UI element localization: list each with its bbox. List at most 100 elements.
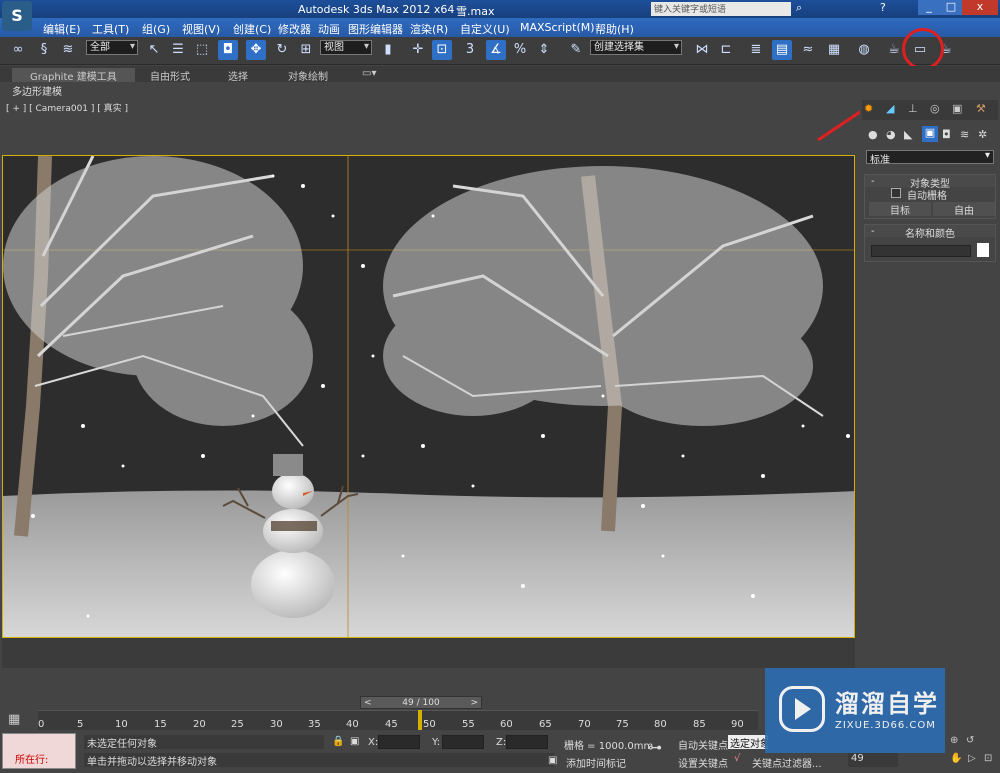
select-move-icon[interactable]: ✥ bbox=[246, 40, 266, 60]
menu-tools[interactable]: 工具(T) bbox=[92, 21, 129, 37]
maxscript-listener[interactable]: 所在行: bbox=[2, 733, 76, 769]
shapes-icon[interactable]: ◕ bbox=[886, 128, 896, 141]
key-filters-button[interactable]: 关键点过滤器... bbox=[752, 755, 822, 770]
selection-filter-dropdown[interactable]: 全部 bbox=[86, 40, 138, 55]
graphite-toggle-icon[interactable]: ▤ bbox=[772, 40, 792, 60]
material-editor-icon[interactable]: ◍ bbox=[854, 40, 874, 60]
named-selection-dropdown[interactable]: 创建选择集 bbox=[590, 40, 682, 55]
select-object-icon[interactable]: ↖ bbox=[144, 40, 164, 60]
tab-selection[interactable]: 选择 bbox=[228, 68, 248, 83]
hierarchy-tab-icon[interactable]: ⊥ bbox=[908, 102, 918, 115]
maximize-viewport-icon[interactable]: ⊡ bbox=[984, 753, 992, 764]
render-setup-icon[interactable]: ☕ bbox=[884, 40, 904, 60]
add-time-tag[interactable]: 添加时间标记 bbox=[566, 755, 626, 770]
key-tangent-icon[interactable]: √ bbox=[734, 753, 740, 764]
menu-rendering[interactable]: 渲染(R) bbox=[410, 21, 448, 37]
select-rotate-icon[interactable]: ↻ bbox=[272, 40, 292, 60]
utilities-tab-icon[interactable]: ⚒ bbox=[976, 102, 986, 115]
select-scale-icon[interactable]: ⊞ bbox=[296, 40, 316, 60]
key-icon[interactable]: ⊶ bbox=[648, 740, 662, 756]
menu-modifiers[interactable]: 修改器 bbox=[278, 21, 311, 37]
lights-icon[interactable]: ◣ bbox=[904, 128, 912, 141]
snap-toggle-icon[interactable]: 3 bbox=[460, 40, 480, 60]
rect-selection-icon[interactable]: ⬚ bbox=[192, 40, 212, 60]
current-frame-field[interactable]: 49 bbox=[848, 753, 898, 767]
next-frame-icon[interactable]: > bbox=[470, 697, 478, 709]
menu-help[interactable]: 帮助(H) bbox=[595, 21, 634, 37]
geometry-icon[interactable]: ● bbox=[868, 128, 878, 141]
rollout-header[interactable]: 对象类型 bbox=[865, 175, 995, 190]
bind-space-warp-icon[interactable]: ≋ bbox=[58, 40, 78, 60]
category-dropdown[interactable]: 标准 ▾ bbox=[866, 150, 994, 166]
viewport-label[interactable]: [ + ] [ Camera001 ] [ 真实 ] bbox=[6, 104, 128, 114]
x-coordinate-field[interactable] bbox=[378, 735, 420, 749]
menu-animation[interactable]: 动画 bbox=[318, 21, 340, 37]
fov-icon[interactable]: ▷ bbox=[968, 753, 976, 764]
tab-object-paint[interactable]: 对象绘制 bbox=[288, 68, 328, 83]
menu-views[interactable]: 视图(V) bbox=[182, 21, 220, 37]
orbit-icon[interactable]: ↺ bbox=[966, 735, 974, 746]
y-coordinate-field[interactable] bbox=[442, 735, 484, 749]
menu-group[interactable]: 组(G) bbox=[142, 21, 170, 37]
app-logo[interactable]: S bbox=[2, 1, 32, 31]
unlink-icon[interactable]: § bbox=[34, 40, 54, 60]
menu-graph-editors[interactable]: 图形编辑器 bbox=[348, 21, 403, 37]
schematic-view-icon[interactable]: ▦ bbox=[824, 40, 844, 60]
camera-viewport[interactable] bbox=[2, 155, 855, 638]
help-icon[interactable]: ? bbox=[880, 1, 886, 14]
rollout2-collapse-icon[interactable]: - bbox=[871, 226, 875, 237]
minimize-button[interactable]: _ bbox=[918, 0, 940, 15]
auto-grid-checkbox[interactable] bbox=[891, 188, 901, 198]
pivot-center-icon[interactable]: ▮ bbox=[378, 40, 398, 60]
motion-tab-icon[interactable]: ◎ bbox=[930, 102, 940, 115]
manipulate-icon[interactable]: ✛ bbox=[408, 40, 428, 60]
rollout-collapse-icon[interactable]: - bbox=[871, 176, 875, 187]
polygon-modeling-label[interactable]: 多边形建模 bbox=[12, 83, 62, 98]
zoom-icon[interactable]: ⊕ bbox=[950, 735, 958, 746]
align-icon[interactable]: ⊏ bbox=[716, 40, 736, 60]
ribbon-options-icon[interactable]: ▭▾ bbox=[362, 68, 376, 79]
layer-manager-icon[interactable]: ≣ bbox=[746, 40, 766, 60]
display-tab-icon[interactable]: ▣ bbox=[952, 102, 962, 115]
mirror-icon[interactable]: ⋈ bbox=[692, 40, 712, 60]
rollout2-header[interactable]: 名称和颜色 bbox=[865, 225, 995, 240]
free-camera-button[interactable]: 自由 bbox=[933, 202, 995, 217]
absolute-mode-icon[interactable]: ▣ bbox=[350, 736, 359, 747]
pan-icon[interactable]: ✋ bbox=[950, 753, 962, 764]
z-coordinate-field[interactable] bbox=[506, 735, 548, 749]
window-crossing-icon[interactable]: ◘ bbox=[218, 40, 238, 60]
set-key-button[interactable]: 设置关键点 bbox=[678, 755, 728, 770]
trackbar-menu-icon[interactable]: ▦ bbox=[8, 712, 20, 727]
link-icon[interactable]: ∞ bbox=[8, 40, 28, 60]
curve-editor-icon[interactable]: ≈ bbox=[798, 40, 818, 60]
close-button[interactable]: x bbox=[962, 0, 998, 15]
menu-maxscript[interactable]: MAXScript(M) bbox=[520, 21, 595, 34]
object-name-field[interactable] bbox=[871, 245, 971, 257]
target-camera-button[interactable]: 目标 bbox=[869, 202, 931, 217]
key-mode-dropdown[interactable]: 选定对象 bbox=[728, 735, 768, 749]
menu-create[interactable]: 创建(C) bbox=[233, 21, 271, 37]
modify-tab-icon[interactable]: ◢ bbox=[886, 102, 894, 115]
menu-customize[interactable]: 自定义(U) bbox=[460, 21, 510, 37]
menu-edit[interactable]: 编辑(E) bbox=[43, 21, 81, 37]
select-by-name-icon[interactable]: ☰ bbox=[168, 40, 188, 60]
add-time-tag-icon[interactable]: ▣ bbox=[548, 755, 557, 766]
ref-coord-dropdown[interactable]: 视图 bbox=[320, 40, 372, 55]
auto-key-button[interactable]: 自动关键点 bbox=[678, 737, 728, 752]
percent-snap-icon[interactable]: % bbox=[510, 40, 530, 60]
tab-freeform[interactable]: 自由形式 bbox=[150, 68, 190, 83]
prev-frame-icon[interactable]: < bbox=[364, 697, 372, 709]
object-color-swatch[interactable] bbox=[977, 243, 989, 257]
search-input[interactable]: 键入关键字或短语 bbox=[651, 2, 791, 16]
keyboard-shortcut-icon[interactable]: ⊡ bbox=[432, 40, 452, 60]
lock-selection-icon[interactable]: 🔒 bbox=[332, 736, 344, 747]
systems-icon[interactable]: ✲ bbox=[978, 128, 987, 141]
spacewarps-icon[interactable]: ≋ bbox=[960, 128, 969, 141]
tab-graphite[interactable]: Graphite 建模工具 bbox=[12, 68, 135, 83]
cameras-icon[interactable]: ▣ bbox=[922, 126, 938, 142]
maximize-button[interactable]: □ bbox=[940, 0, 962, 15]
helpers-icon[interactable]: ◘ bbox=[942, 128, 951, 141]
time-slider[interactable]: <49 / 100 > bbox=[360, 696, 482, 709]
edit-named-sel-icon[interactable]: ✎ bbox=[566, 40, 586, 60]
binoculars-icon[interactable]: ⌕ bbox=[796, 1, 802, 15]
